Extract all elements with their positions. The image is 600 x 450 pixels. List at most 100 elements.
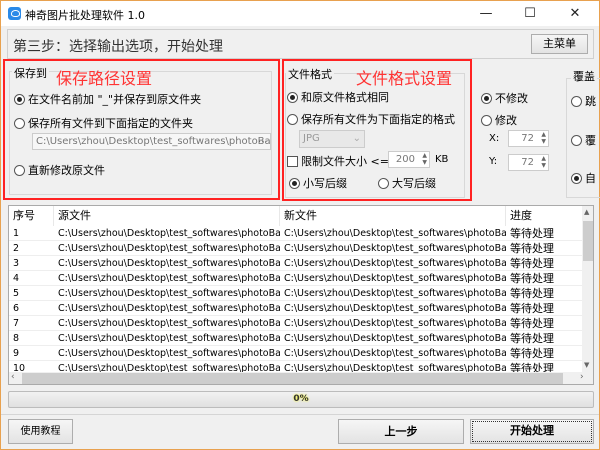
size-limit-stepper[interactable]: 200 ▲ ▼ — [388, 151, 430, 168]
cell-index: 6 — [13, 303, 20, 314]
scroll-left-icon[interactable]: ‹ — [11, 372, 15, 382]
column-header-progress[interactable]: 进度 — [506, 206, 582, 226]
cell-source: C:\Users\zhou\Desktop\test_softwares\pho… — [58, 333, 280, 344]
cell-status: 等待处理 — [510, 347, 554, 360]
horizontal-scroll-thumb[interactable] — [22, 373, 563, 384]
cell-status: 等待处理 — [510, 302, 554, 315]
cell-source: C:\Users\zhou\Desktop\test_softwares\pho… — [58, 303, 280, 314]
output-folder-field[interactable]: C:\Users\zhou\Desktop\test_softwares\pho… — [32, 133, 271, 150]
scroll-down-icon[interactable]: ▼ — [584, 361, 589, 369]
overwrite-label: 覆盖 — [571, 68, 597, 84]
limit-size-checkbox[interactable]: 限制文件大小 <= — [287, 153, 389, 169]
table-row[interactable]: 5 C:\Users\zhou\Desktop\test_softwares\ph… — [9, 286, 582, 301]
save-path-annotation: 保存路径设置 — [56, 69, 153, 88]
cell-source: C:\Users\zhou\Desktop\test_softwares\pho… — [58, 318, 280, 329]
column-header-new[interactable]: 新文件 — [280, 206, 506, 226]
cell-index: 4 — [13, 273, 20, 284]
table-row[interactable]: 4 C:\Users\zhou\Desktop\test_softwares\ph… — [9, 271, 582, 286]
cell-status: 等待处理 — [510, 332, 554, 345]
dpi-y-label: Y: — [489, 156, 498, 167]
spin-arrows-icon[interactable]: ▲ ▼ — [541, 131, 546, 145]
radio-dpi-change[interactable]: 修改 — [481, 112, 517, 128]
save-to-label: 保存到 — [12, 65, 49, 81]
table-header: 序号 源文件 新文件 进度 — [9, 206, 582, 226]
main-menu-button[interactable]: 主菜单 — [531, 34, 588, 54]
window-title: 神奇图片批处理软件 1.0 — [25, 9, 145, 22]
cell-source: C:\Users\zhou\Desktop\test_softwares\pho… — [58, 243, 280, 254]
spin-arrows-icon[interactable]: ▲ ▼ — [422, 152, 427, 166]
minimize-button[interactable]: — — [464, 1, 508, 26]
radio-overwrite-original[interactable]: 直新修改原文件 — [14, 162, 105, 178]
format-select[interactable]: JPG ⌄ — [299, 130, 365, 148]
cell-new: C:\Users\zhou\Desktop\test_softwares\pho… — [284, 228, 506, 239]
vertical-scrollbar[interactable]: ▲ ▼ — [582, 206, 593, 372]
table-row[interactable]: 9 C:\Users\zhou\Desktop\test_softwares\ph… — [9, 346, 582, 361]
start-processing-button[interactable]: 开始处理 — [470, 419, 594, 444]
cell-new: C:\Users\zhou\Desktop\test_softwares\pho… — [284, 243, 506, 254]
cell-source: C:\Users\zhou\Desktop\test_softwares\pho… — [58, 228, 280, 239]
cell-new: C:\Users\zhou\Desktop\test_softwares\pho… — [284, 273, 506, 284]
close-button[interactable]: ✕ — [553, 1, 597, 26]
radio-uppercase-ext[interactable]: 大写后缀 — [378, 175, 436, 191]
dpi-x-label: X: — [489, 133, 500, 144]
format-label: 文件格式 — [286, 66, 334, 82]
radio-same-format[interactable]: 和原文件格式相同 — [287, 89, 389, 105]
cell-index: 5 — [13, 288, 20, 299]
radio-lowercase-ext[interactable]: 小写后缀 — [289, 175, 347, 191]
cell-source: C:\Users\zhou\Desktop\test_softwares\pho… — [58, 273, 280, 284]
radio-overwrite-skip[interactable]: 跳 — [571, 93, 596, 109]
cell-index: 3 — [13, 258, 20, 269]
vertical-scroll-thumb[interactable] — [583, 221, 593, 261]
file-table: 序号 源文件 新文件 进度 1 C:\Users\zhou\Desktop\tes… — [8, 205, 594, 385]
cell-status: 等待处理 — [510, 257, 554, 270]
horizontal-scrollbar[interactable]: ‹ › — [9, 372, 593, 384]
table-row[interactable]: 3 C:\Users\zhou\Desktop\test_softwares\ph… — [9, 256, 582, 271]
dpi-y-stepper[interactable]: 72 ▲ ▼ — [508, 154, 549, 171]
title-bar: 神奇图片批处理软件 1.0 — ☐ ✕ — [1, 1, 599, 26]
cell-new: C:\Users\zhou\Desktop\test_softwares\pho… — [284, 318, 506, 329]
header-panel: 第三步：选择输出选项，开始处理 主菜单 — [7, 29, 594, 59]
format-annotation: 文件格式设置 — [356, 69, 453, 88]
radio-specified-folder[interactable]: 保存所有文件到下面指定的文件夹 — [14, 115, 193, 131]
cell-new: C:\Users\zhou\Desktop\test_softwares\pho… — [284, 333, 506, 344]
cell-index: 9 — [13, 348, 20, 359]
app-window: 神奇图片批处理软件 1.0 — ☐ ✕ 第三步：选择输出选项，开始处理 主菜单 … — [0, 0, 600, 450]
spin-arrows-icon[interactable]: ▲ ▼ — [541, 155, 546, 169]
table-row[interactable]: 1 C:\Users\zhou\Desktop\test_softwares\ph… — [9, 226, 582, 241]
cell-status: 等待处理 — [510, 242, 554, 255]
previous-step-button[interactable]: 上一步 — [338, 419, 464, 444]
table-row[interactable]: 8 C:\Users\zhou\Desktop\test_softwares\ph… — [9, 331, 582, 346]
cell-source: C:\Users\zhou\Desktop\test_softwares\pho… — [58, 348, 280, 359]
cell-status: 等待处理 — [510, 287, 554, 300]
app-logo-icon — [8, 7, 21, 20]
step-title: 第三步：选择输出选项，开始处理 — [13, 39, 223, 55]
cell-status: 等待处理 — [510, 227, 554, 240]
maximize-button[interactable]: ☐ — [508, 1, 552, 26]
cell-index: 7 — [13, 318, 20, 329]
cell-status: 等待处理 — [510, 272, 554, 285]
radio-overwrite-replace[interactable]: 覆 — [571, 132, 596, 148]
tutorial-button[interactable]: 使用教程 — [8, 419, 73, 444]
cell-index: 8 — [13, 333, 20, 344]
scroll-up-icon[interactable]: ▲ — [584, 208, 589, 216]
cell-source: C:\Users\zhou\Desktop\test_softwares\pho… — [58, 288, 280, 299]
browse-button[interactable]: ... — [258, 134, 268, 145]
divider — [1, 414, 599, 415]
radio-overwrite-auto[interactable]: 自 — [571, 170, 596, 186]
cell-index: 2 — [13, 243, 20, 254]
column-header-source[interactable]: 源文件 — [54, 206, 280, 226]
cell-source: C:\Users\zhou\Desktop\test_softwares\pho… — [58, 258, 280, 269]
radio-dpi-no-change[interactable]: 不修改 — [481, 90, 528, 106]
radio-specified-format[interactable]: 保存所有文件为下面指定的格式 — [287, 111, 455, 127]
table-row[interactable]: 2 C:\Users\zhou\Desktop\test_softwares\ph… — [9, 241, 582, 256]
scroll-right-icon[interactable]: › — [580, 372, 584, 382]
progress-label: 0% — [293, 394, 309, 404]
progress-bar: 0% — [8, 391, 594, 408]
table-row[interactable]: 6 C:\Users\zhou\Desktop\test_softwares\ph… — [9, 301, 582, 316]
cell-new: C:\Users\zhou\Desktop\test_softwares\pho… — [284, 288, 506, 299]
radio-prefix-original-folder[interactable]: 在文件名前加 "_"并保存到原文件夹 — [14, 91, 201, 107]
dpi-x-stepper[interactable]: 72 ▲ ▼ — [508, 130, 549, 147]
column-header-index[interactable]: 序号 — [9, 206, 54, 226]
cell-new: C:\Users\zhou\Desktop\test_softwares\pho… — [284, 258, 506, 269]
table-row[interactable]: 7 C:\Users\zhou\Desktop\test_softwares\ph… — [9, 316, 582, 331]
